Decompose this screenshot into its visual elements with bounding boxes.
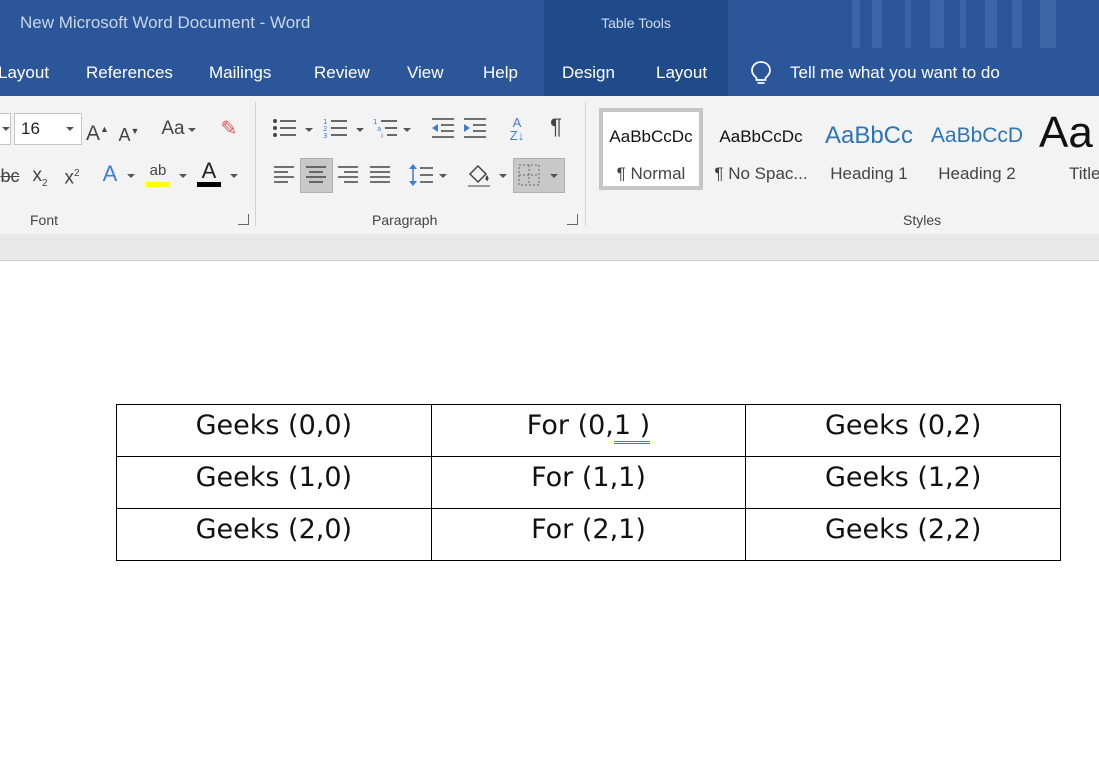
table-row: Geeks (0,0) For (0,1 ) Geeks (0,2) — [116, 404, 1061, 457]
svg-text:3: 3 — [323, 132, 327, 139]
window-title: New Microsoft Word Document - Word — [20, 13, 311, 32]
align-right-icon[interactable] — [336, 164, 360, 186]
shading-icon[interactable] — [466, 162, 492, 188]
font-group-label: Font — [30, 212, 59, 228]
group-separator — [255, 102, 256, 226]
title-decoration — [905, 0, 911, 48]
tab-help[interactable]: Help — [483, 63, 518, 83]
borders-icon[interactable] — [518, 164, 540, 186]
tab-references[interactable]: References — [86, 63, 173, 83]
style-name: Heading 1 — [830, 164, 908, 183]
bullets-icon[interactable] — [272, 117, 298, 139]
increase-indent-icon[interactable] — [462, 117, 488, 139]
style-heading-1[interactable]: AaBbCc Heading 1 — [817, 108, 921, 190]
cell-text: For (0, — [526, 410, 614, 441]
font-color-bar — [197, 182, 221, 187]
highlight-color-bar — [146, 182, 170, 187]
lightbulb-icon[interactable] — [750, 60, 772, 86]
style-sample: AaBbCcDc — [609, 127, 693, 146]
paragraph-group-label: Paragraph — [372, 212, 438, 228]
table-row: Geeks (2,0) For (2,1) Geeks (2,2) — [116, 508, 1061, 561]
superscript-icon[interactable]: x2 — [60, 163, 84, 189]
table-cell[interactable]: For (2,1) — [430, 508, 747, 561]
style-normal[interactable]: AaBbCcDc ¶ Normal — [599, 108, 703, 190]
text-effects-icon[interactable]: A — [98, 163, 122, 185]
chevron-down-icon[interactable] — [305, 128, 313, 132]
align-center-icon[interactable] — [304, 164, 328, 186]
tab-design[interactable]: Design — [562, 63, 615, 83]
table-cell[interactable]: Geeks (2,2) — [745, 508, 1061, 561]
style-title[interactable]: Aa Title — [1035, 108, 1099, 190]
tab-view[interactable]: View — [407, 63, 444, 83]
svg-text:i: i — [381, 132, 383, 139]
chevron-down-icon[interactable] — [2, 127, 10, 131]
chevron-down-icon[interactable] — [439, 174, 447, 178]
table-cell[interactable]: For (0,1 ) — [430, 404, 747, 457]
style-sample: AaBbCc — [824, 122, 914, 149]
chevron-down-icon[interactable] — [550, 174, 558, 178]
tab-table-layout[interactable]: Layout — [656, 63, 707, 83]
font-dialog-launcher-icon[interactable] — [238, 214, 249, 225]
font-color-icon[interactable]: A — [197, 160, 221, 182]
table-cell[interactable]: Geeks (0,0) — [116, 404, 432, 457]
chevron-down-icon[interactable] — [356, 128, 364, 132]
chevron-down-icon[interactable] — [179, 174, 187, 178]
title-decoration — [960, 0, 966, 48]
table-row: Geeks (1,0) For (1,1) Geeks (1,2) — [116, 456, 1061, 509]
style-sample: Aa — [1039, 108, 1093, 157]
table-cell[interactable]: Geeks (2,0) — [116, 508, 432, 561]
table-tools-label: Table Tools — [601, 15, 671, 31]
justify-icon[interactable] — [368, 164, 392, 186]
table-cell[interactable]: For (1,1) — [430, 456, 747, 509]
style-name: ¶ No Spac... — [714, 164, 808, 183]
chevron-down-icon[interactable] — [188, 128, 196, 132]
tell-me-search[interactable]: Tell me what you want to do — [790, 63, 1000, 83]
table-cell[interactable]: Geeks (0,2) — [745, 404, 1061, 457]
ruler-strip — [0, 234, 1099, 261]
show-formatting-icon[interactable]: ¶ — [544, 116, 568, 138]
spelling-underline-text: 1 ) — [613, 410, 651, 444]
strikethrough-icon[interactable]: bc — [0, 165, 20, 187]
shrink-font-icon[interactable]: A▼ — [118, 120, 140, 146]
chevron-down-icon[interactable] — [66, 127, 74, 131]
title-decoration — [872, 0, 882, 48]
chevron-down-icon[interactable] — [127, 174, 135, 178]
title-decoration — [985, 0, 997, 48]
paragraph-dialog-launcher-icon[interactable] — [567, 214, 578, 225]
subscript-icon[interactable]: x2 — [28, 165, 52, 195]
style-sample: AaBbCcDc — [719, 127, 803, 146]
style-sample: AaBbCcD — [930, 124, 1024, 147]
style-name: ¶ Normal — [616, 164, 686, 183]
change-case-icon[interactable]: Aa — [158, 118, 188, 140]
style-name: Heading 2 — [938, 164, 1016, 183]
table-cell[interactable]: Geeks (1,0) — [116, 456, 432, 509]
clear-formatting-icon[interactable]: ✎ — [218, 118, 240, 140]
table-cell[interactable]: Geeks (1,2) — [745, 456, 1061, 509]
styles-group-label: Styles — [903, 212, 942, 228]
chevron-down-icon[interactable] — [230, 174, 238, 178]
chevron-down-icon[interactable] — [403, 128, 411, 132]
title-decoration — [852, 0, 860, 48]
style-heading-2[interactable]: AaBbCcD Heading 2 — [925, 108, 1029, 190]
sort-icon[interactable]: A Z↓ — [504, 116, 530, 142]
align-left-icon[interactable] — [272, 164, 296, 186]
grow-font-icon[interactable]: A▲ — [86, 118, 109, 145]
document-table[interactable]: Geeks (0,0) For (0,1 ) Geeks (0,2) Geeks… — [116, 404, 1061, 561]
title-decoration — [1040, 0, 1056, 48]
group-separator — [585, 102, 586, 226]
decrease-indent-icon[interactable] — [430, 117, 456, 139]
line-spacing-icon[interactable] — [408, 162, 434, 188]
tab-mailings[interactable]: Mailings — [209, 63, 271, 83]
style-no-spacing[interactable]: AaBbCcDc ¶ No Spac... — [709, 108, 813, 190]
chevron-down-icon[interactable] — [499, 174, 507, 178]
tab-page-layout[interactable]: Layout — [0, 63, 49, 83]
title-decoration — [1012, 0, 1022, 48]
title-decoration — [930, 0, 944, 48]
highlight-icon[interactable]: ab — [146, 160, 170, 182]
tab-review[interactable]: Review — [314, 63, 370, 83]
multilevel-list-icon[interactable]: 1 a i — [373, 117, 399, 139]
numbering-icon[interactable]: 1 2 3 — [323, 117, 349, 139]
font-size-value[interactable]: 16 — [21, 119, 40, 139]
style-name: Title — [1069, 164, 1099, 183]
